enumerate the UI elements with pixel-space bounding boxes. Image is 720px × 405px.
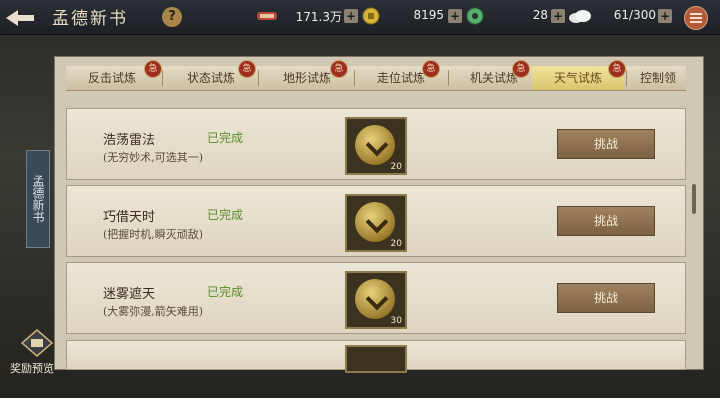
tab-divider bbox=[448, 70, 449, 86]
reward-item[interactable]: 20 bbox=[345, 117, 407, 175]
tab-badge-icon: 急 bbox=[608, 60, 626, 78]
tab-label: 机关试炼 bbox=[469, 71, 518, 85]
trial-row-partial bbox=[66, 340, 686, 373]
trial-row: 迷雾遮天 已完成 (大雾弥漫,箭矢难用) 30 挑战 bbox=[66, 262, 686, 334]
page-title: 孟德新书 bbox=[52, 9, 128, 29]
reward-item bbox=[345, 345, 407, 373]
reward-count: 30 bbox=[390, 316, 402, 326]
tab-label: 控制领 bbox=[639, 71, 676, 85]
reward-count: 20 bbox=[390, 239, 402, 249]
tab-badge-icon: 急 bbox=[512, 60, 530, 78]
back-arrow-icon[interactable] bbox=[4, 6, 38, 28]
tab-divider bbox=[258, 70, 259, 86]
reward-preview-icon[interactable] bbox=[20, 328, 54, 358]
side-tab-book[interactable]: 孟德新书 bbox=[26, 150, 50, 248]
reward-item[interactable]: 30 bbox=[345, 271, 407, 329]
trial-name: 巧借天时 bbox=[103, 210, 156, 225]
add-resource-4-button[interactable]: + bbox=[658, 9, 672, 23]
trial-status: 已完成 bbox=[207, 131, 244, 145]
challenge-button[interactable]: 挑战 bbox=[557, 283, 655, 313]
help-button[interactable]: ? bbox=[162, 7, 182, 27]
trial-name: 浩荡雷法 bbox=[103, 133, 156, 148]
tab-divider bbox=[162, 70, 163, 86]
resource-value-1: 171.3万 bbox=[295, 10, 342, 24]
tab-badge-icon: 急 bbox=[238, 60, 256, 78]
tab-divider bbox=[626, 70, 627, 86]
add-resource-1-button[interactable]: + bbox=[344, 9, 358, 23]
gold-coin-icon bbox=[362, 7, 380, 25]
tab-label: 天气试炼 bbox=[553, 71, 602, 85]
add-resource-3-button[interactable]: + bbox=[551, 9, 565, 23]
reward-preview-label[interactable]: 奖励预览 bbox=[10, 360, 54, 376]
challenge-button[interactable]: 挑战 bbox=[557, 129, 655, 159]
coin-icon bbox=[355, 125, 395, 165]
resource-value-4: 61/300 bbox=[613, 8, 656, 22]
trial-row: 巧借天时 已完成 (把握时机,瞬灭顽敌) 20 挑战 bbox=[66, 185, 686, 257]
scrollbar[interactable] bbox=[692, 184, 696, 214]
trial-row: 浩荡雷法 已完成 (无穷妙术,可选其一) 20 挑战 bbox=[66, 108, 686, 180]
menu-icon bbox=[690, 13, 702, 23]
add-resource-2-button[interactable]: + bbox=[448, 9, 462, 23]
trial-description: (无穷妙术,可选其一) bbox=[103, 151, 204, 164]
jade-icon bbox=[466, 7, 484, 25]
challenge-button[interactable]: 挑战 bbox=[557, 206, 655, 236]
tab-badge-icon: 急 bbox=[422, 60, 440, 78]
trial-description: (大雾弥漫,箭矢难用) bbox=[103, 305, 204, 318]
tab-badge-icon: 急 bbox=[330, 60, 348, 78]
top-bar: 孟德新书 ? 171.3万 + 8195 + 28 + 61/300 + bbox=[0, 0, 720, 35]
resource-value-2: 8195 bbox=[413, 8, 444, 22]
resource-value-3: 28 bbox=[532, 8, 548, 22]
trial-name: 迷雾遮天 bbox=[103, 287, 156, 302]
scroll-icon bbox=[257, 12, 277, 20]
cloud-icon bbox=[569, 10, 591, 23]
game-screen: 孟德新书 ? 171.3万 + 8195 + 28 + 61/300 + 反击试… bbox=[0, 0, 720, 398]
trial-description: (把握时机,瞬灭顽敌) bbox=[103, 228, 204, 241]
trial-tabs: 反击试炼 急 状态试炼 急 地形试炼 急 走位试炼 急 机关试炼 急 天气试炼 … bbox=[66, 60, 686, 91]
tab-label: 走位试炼 bbox=[376, 71, 425, 85]
tab-label: 地形试炼 bbox=[282, 71, 331, 85]
reward-count: 20 bbox=[390, 162, 402, 172]
coin-icon bbox=[355, 202, 395, 242]
tab-control-trial[interactable]: 控制领 bbox=[630, 66, 686, 90]
tab-label: 状态试炼 bbox=[186, 71, 235, 85]
trial-status: 已完成 bbox=[207, 285, 244, 299]
tab-label: 反击试炼 bbox=[87, 71, 136, 85]
tab-badge-icon: 急 bbox=[144, 60, 162, 78]
reward-item[interactable]: 20 bbox=[345, 194, 407, 252]
trial-status: 已完成 bbox=[207, 208, 244, 222]
tab-divider bbox=[354, 70, 355, 86]
menu-button[interactable] bbox=[684, 6, 708, 30]
coin-icon bbox=[355, 279, 395, 319]
